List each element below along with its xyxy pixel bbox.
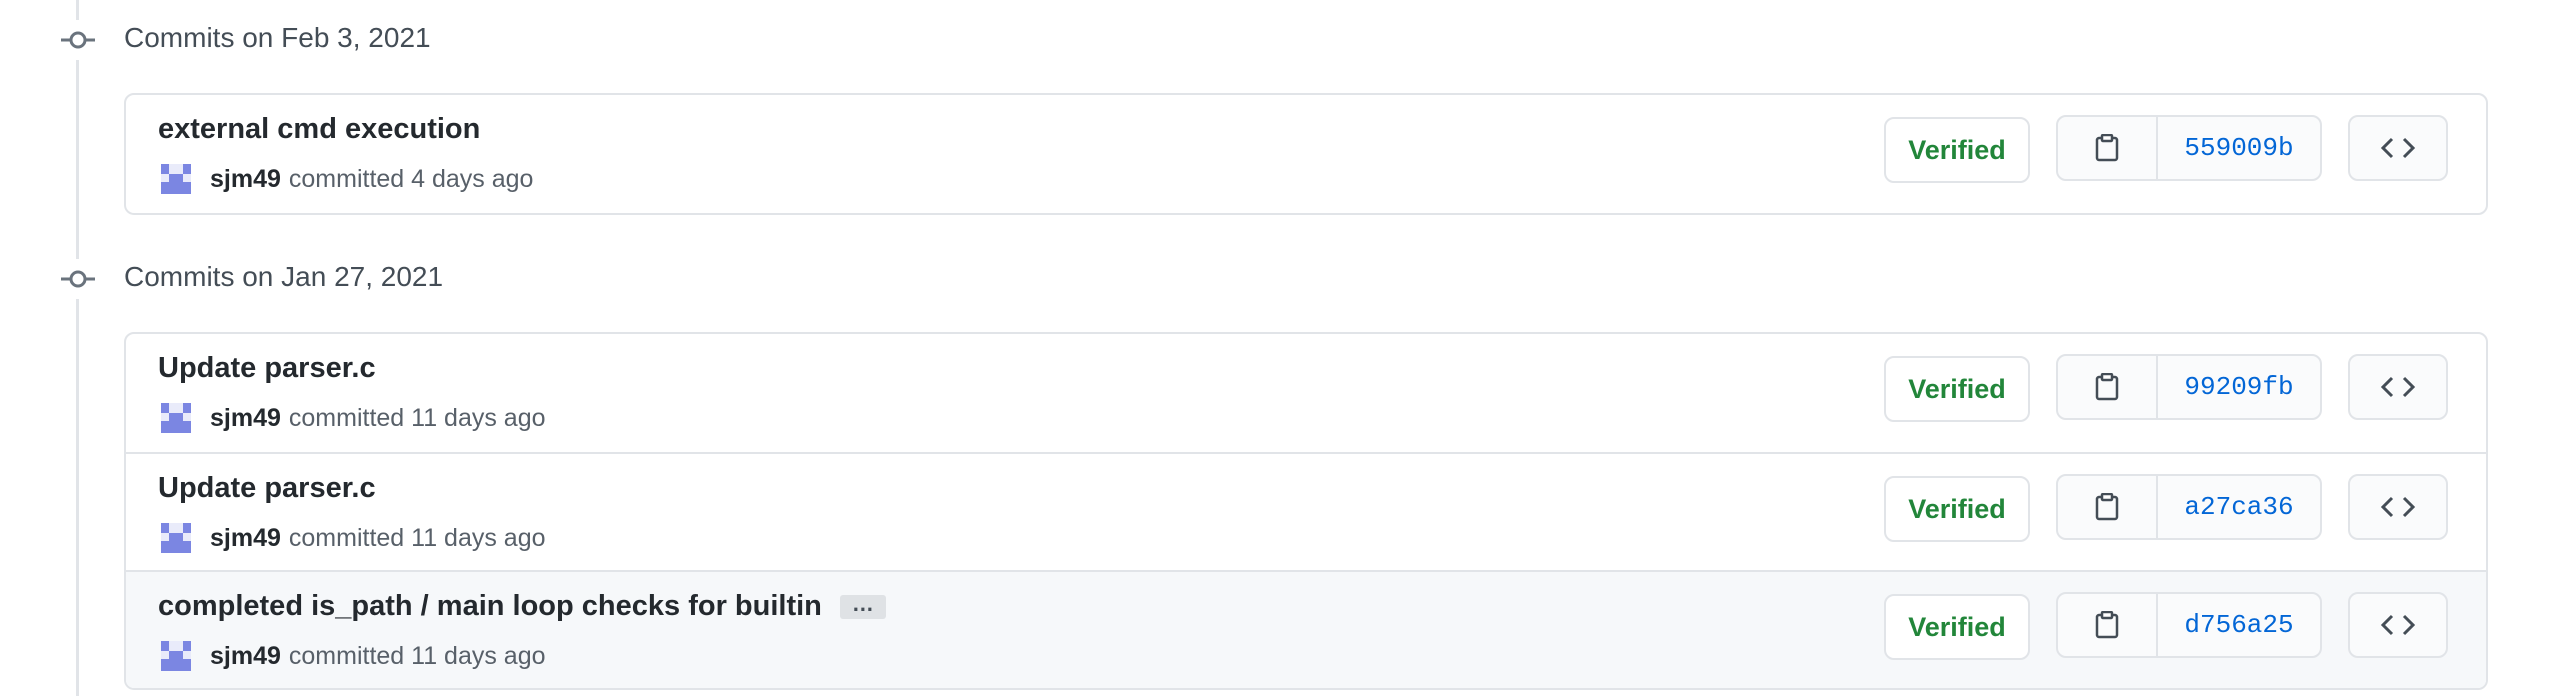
commit-message[interactable]: external cmd execution	[158, 113, 480, 146]
verified-badge[interactable]: Verified	[1884, 476, 2030, 542]
commit-author[interactable]: sjm49	[210, 524, 281, 553]
clipboard-icon	[2095, 611, 2119, 639]
code-icon	[2381, 496, 2415, 518]
verified-badge[interactable]: Verified	[1884, 117, 2030, 183]
avatar[interactable]	[158, 520, 194, 556]
verified-badge[interactable]: Verified	[1884, 594, 2030, 660]
copy-sha-button[interactable]	[2058, 476, 2158, 538]
commit-time: committed 11 days ago	[288, 523, 546, 552]
clipboard-icon	[2095, 134, 2119, 162]
commit-sha-link[interactable]: d756a25	[2158, 594, 2320, 656]
browse-repo-button[interactable]	[2348, 115, 2448, 181]
avatar[interactable]	[158, 400, 194, 436]
commit-message[interactable]: Update parser.c	[158, 352, 376, 385]
commit-message[interactable]: completed is_path / main loop checks for…	[158, 590, 822, 623]
clipboard-icon	[2095, 373, 2119, 401]
commit-sha-link[interactable]: 99209fb	[2158, 356, 2320, 418]
clipboard-icon	[2095, 493, 2119, 521]
verified-badge[interactable]: Verified	[1884, 356, 2030, 422]
git-commit-icon	[58, 20, 98, 60]
commit-author[interactable]: sjm49	[210, 404, 281, 433]
avatar[interactable]	[158, 638, 194, 674]
commit-list: Update parser.c sjm49 committed 11 days …	[124, 332, 2488, 690]
code-icon	[2381, 614, 2415, 636]
browse-repo-button[interactable]	[2348, 592, 2448, 658]
copy-sha-button[interactable]	[2058, 594, 2158, 656]
commit-group-title: Commits on Jan 27, 2021	[124, 261, 444, 292]
copy-sha-button[interactable]	[2058, 117, 2158, 179]
sha-button-group: d756a25	[2056, 592, 2322, 658]
commit-time: committed 11 days ago	[288, 403, 546, 432]
timeline-line	[76, 0, 79, 696]
avatar[interactable]	[158, 161, 194, 197]
browse-repo-button[interactable]	[2348, 354, 2448, 420]
commit-row: external cmd execution sjm49 committed 4…	[126, 95, 2486, 213]
code-icon	[2381, 137, 2415, 159]
browse-repo-button[interactable]	[2348, 474, 2448, 540]
copy-sha-button[interactable]	[2058, 356, 2158, 418]
expand-message-button[interactable]: …	[839, 592, 886, 619]
commit-list: external cmd execution sjm49 committed 4…	[124, 93, 2488, 215]
sha-button-group: 559009b	[2056, 115, 2322, 181]
commit-message[interactable]: Update parser.c	[158, 472, 376, 505]
commit-row: completed is_path / main loop checks for…	[126, 570, 2486, 688]
sha-button-group: 99209fb	[2056, 354, 2322, 420]
commit-row: Update parser.c sjm49 committed 11 days …	[126, 452, 2486, 570]
commit-sha-link[interactable]: a27ca36	[2158, 476, 2320, 538]
commit-sha-link[interactable]: 559009b	[2158, 117, 2320, 179]
commit-author[interactable]: sjm49	[210, 165, 281, 194]
git-commit-icon	[58, 259, 98, 299]
commit-author[interactable]: sjm49	[210, 642, 281, 671]
commit-time: committed 11 days ago	[288, 641, 546, 670]
commit-time: committed 4 days ago	[288, 164, 534, 193]
commit-group-title: Commits on Feb 3, 2021	[124, 22, 431, 53]
code-icon	[2381, 376, 2415, 398]
commit-row: Update parser.c sjm49 committed 11 days …	[126, 334, 2486, 452]
sha-button-group: a27ca36	[2056, 474, 2322, 540]
